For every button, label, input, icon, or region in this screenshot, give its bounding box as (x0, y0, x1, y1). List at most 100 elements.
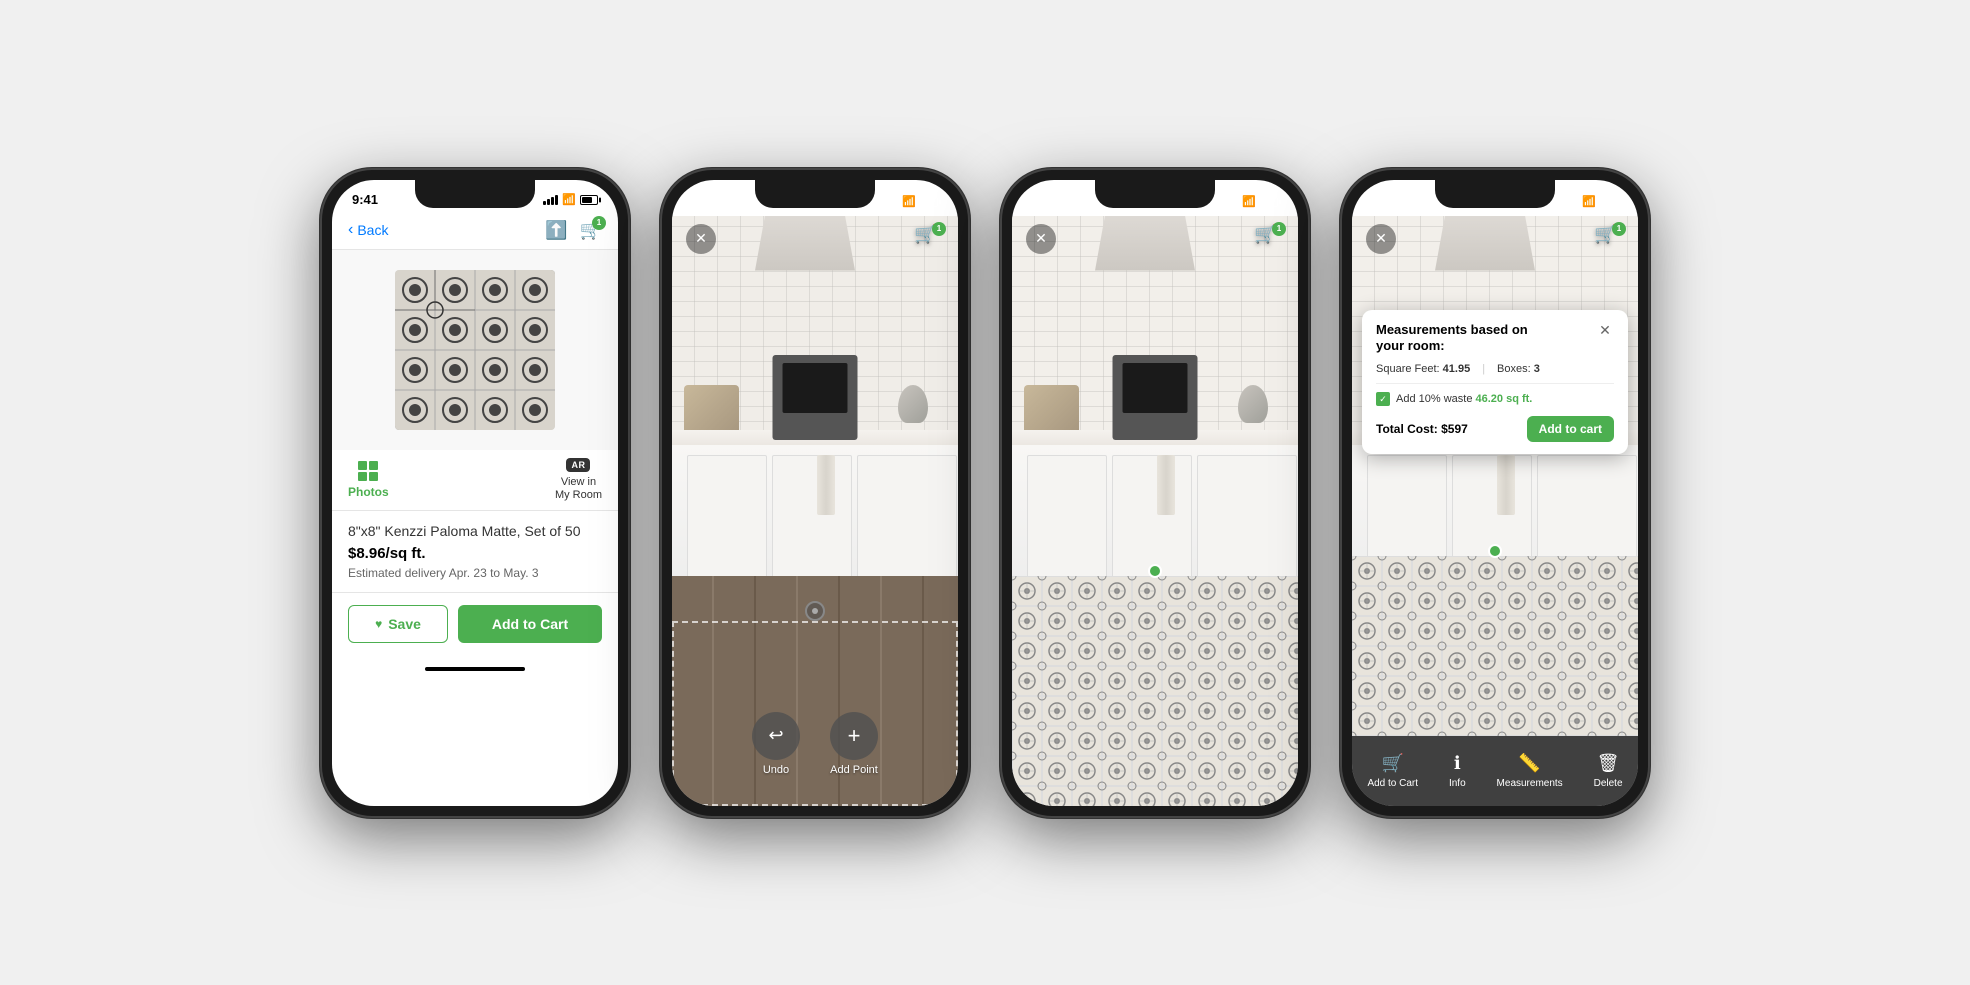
status-bar-3: 9:41 📶 (1012, 180, 1298, 216)
signal-icon-4 (1563, 197, 1578, 207)
range-hood-2 (755, 216, 855, 271)
phone-4: 9:41 📶 (1340, 168, 1650, 818)
battery-icon-3 (1260, 197, 1278, 207)
status-icons-4: 📶 (1563, 195, 1618, 208)
toolbar-info-icon: ℹ (1454, 753, 1461, 774)
total-cost: Total Cost: $597 (1376, 422, 1468, 436)
sq-feet-label: Square Feet: 41.95 (1376, 363, 1470, 375)
ar-badge: AR (566, 458, 590, 472)
battery-icon-2 (920, 197, 938, 207)
ar-label: View inMy Room (555, 476, 602, 502)
ar-bottom-toolbar-4: 🛒 Add to Cart ℹ Info 📏 Measurements 🗑 De… (1352, 736, 1638, 806)
add-point-button[interactable]: + Add Point (830, 712, 878, 776)
product-image (395, 270, 555, 430)
phone-3: 9:41 📶 (1000, 168, 1310, 818)
ar-green-dot-3 (1148, 564, 1162, 578)
add-point-icon: + (830, 712, 878, 760)
toolbar-info[interactable]: ℹ Info (1449, 753, 1466, 789)
popup-measurements: Square Feet: 41.95 | Boxes: 3 (1376, 363, 1614, 384)
sq-feet-value: 41.95 (1443, 363, 1471, 375)
range-hood-4 (1435, 216, 1535, 271)
boxes-label: Boxes: 3 (1497, 363, 1540, 375)
cart-badge-1: 1 (592, 216, 606, 230)
status-time-4: 9:41 (1372, 194, 1398, 209)
undo-button[interactable]: ↩ Undo (752, 712, 800, 776)
range-hood-3 (1095, 216, 1195, 271)
product-price: $8.96/sq ft. (348, 545, 602, 562)
add-point-label: Add Point (830, 764, 878, 776)
waste-value: 46.20 sq ft. (1476, 393, 1533, 405)
toolbar-info-label: Info (1449, 778, 1466, 789)
signal-icon-2 (883, 197, 898, 207)
toolbar-delete-label: Delete (1594, 778, 1623, 789)
save-button[interactable]: ♥ Save (348, 605, 448, 643)
waste-text: Add 10% waste 46.20 sq ft. (1396, 393, 1532, 405)
waste-checkbox[interactable]: ✓ (1376, 392, 1390, 406)
photos-tab[interactable]: Photos (348, 461, 389, 499)
toolbar-cart-icon: 🛒 (1382, 753, 1404, 774)
wifi-icon-4: 📶 (1582, 195, 1596, 208)
toolbar-measurements-label: Measurements (1497, 778, 1563, 789)
toolbar-add-to-cart[interactable]: 🛒 Add to Cart (1367, 753, 1418, 789)
popup-close-button[interactable]: ✕ (1596, 322, 1614, 340)
oven-glass-2 (783, 363, 848, 413)
ar-tab[interactable]: AR View inMy Room (555, 458, 602, 502)
battery-icon-4 (1600, 197, 1618, 207)
ar-bottom-controls-2: ↩ Undo + Add Point (672, 712, 958, 776)
save-label: Save (388, 616, 421, 632)
phones-container: 9:41 📶 ‹ Bac (280, 128, 1690, 858)
tile-svg (395, 270, 555, 430)
add-to-cart-button-1[interactable]: Add to Cart (458, 605, 602, 643)
ar-screen-4: 9:41 📶 (1352, 180, 1638, 806)
product-name: 8"x8" Kenzzi Paloma Matte, Set of 50 (348, 523, 602, 539)
ar-cart-badge-4: 1 (1612, 222, 1626, 236)
ar-close-button-2[interactable]: ✕ (686, 224, 716, 254)
ar-anchor-2 (805, 601, 825, 621)
popup-waste: ✓ Add 10% waste 46.20 sq ft. (1376, 392, 1614, 406)
share-icon[interactable]: ⬆️ (545, 220, 567, 241)
popup-header: Measurements based onyour room: ✕ (1376, 322, 1614, 356)
popup-title: Measurements based onyour room: (1376, 322, 1528, 356)
phone-2-screen: 9:41 📶 (672, 180, 958, 806)
toolbar-delete[interactable]: 🗑 Delete (1594, 753, 1623, 789)
wifi-icon-2: 📶 (902, 195, 916, 208)
ar-close-button-3[interactable]: ✕ (1026, 224, 1056, 254)
ar-close-button-4[interactable]: ✕ (1366, 224, 1396, 254)
ar-screen-2: 9:41 📶 (672, 180, 958, 806)
ar-cart-button-3[interactable]: 🛒 1 (1254, 224, 1284, 254)
photos-icon (358, 461, 378, 481)
undo-icon: ↩ (752, 712, 800, 760)
tile-floor-svg-3 (1012, 576, 1298, 806)
toolbar-delete-icon: 🗑 (1597, 753, 1620, 774)
towel-2 (817, 455, 835, 515)
photos-label: Photos (348, 485, 389, 499)
ar-cart-button-4[interactable]: 🛒 1 (1594, 224, 1624, 254)
oven-2 (773, 355, 858, 440)
total-value: $597 (1441, 422, 1468, 436)
signal-icon-1 (543, 195, 558, 205)
back-button[interactable]: ‹ Back (348, 221, 388, 239)
toolbar-measurements[interactable]: 📏 Measurements (1497, 753, 1563, 789)
toolbar-measurements-icon: 📏 (1518, 753, 1540, 774)
cart-button[interactable]: 🛒 1 (580, 220, 602, 241)
bread-box-2 (684, 385, 739, 430)
popup-add-to-cart-button[interactable]: Add to cart (1527, 416, 1614, 442)
ar-cart-button-2[interactable]: 🛒 1 (914, 224, 944, 254)
status-time-2: 9:41 (692, 194, 718, 209)
status-time-1: 9:41 (352, 192, 378, 207)
phone-3-screen: 9:41 📶 (1012, 180, 1298, 806)
battery-icon-1 (580, 195, 598, 205)
popup-footer: Total Cost: $597 Add to cart (1376, 416, 1614, 442)
measurements-popup: Measurements based onyour room: ✕ Square… (1362, 310, 1628, 455)
wifi-icon-3: 📶 (1242, 195, 1256, 208)
phone-2: 9:41 📶 (660, 168, 970, 818)
boxes-value: 3 (1534, 363, 1540, 375)
action-buttons-1: ♥ Save Add to Cart (332, 592, 618, 655)
product-image-area (332, 250, 618, 450)
signal-icon-3 (1223, 197, 1238, 207)
nav-bar-1: ‹ Back ⬆️ 🛒 1 (332, 216, 618, 250)
ar-cart-badge-2: 1 (932, 222, 946, 236)
status-icons-3: 📶 (1223, 195, 1278, 208)
status-bar-2: 9:41 📶 (672, 180, 958, 216)
phone-1-screen: 9:41 📶 ‹ Bac (332, 180, 618, 806)
